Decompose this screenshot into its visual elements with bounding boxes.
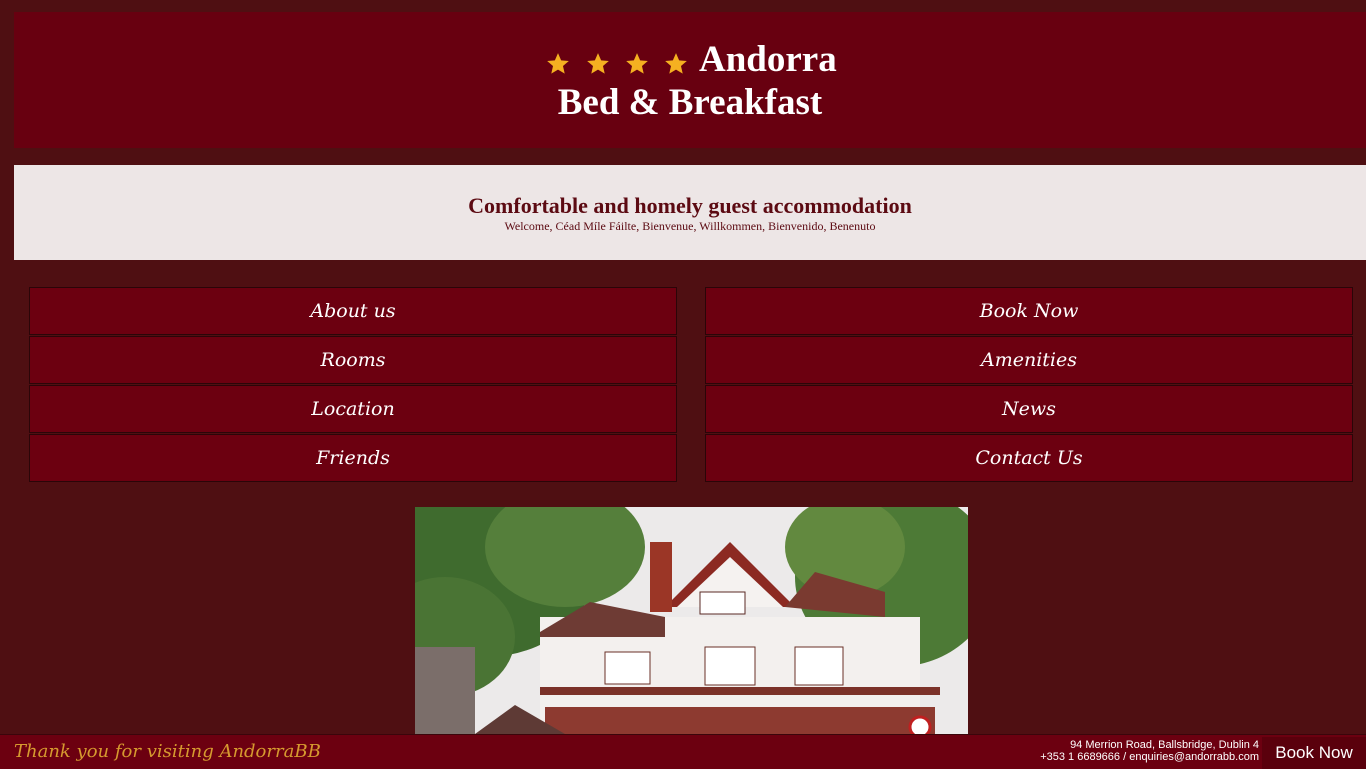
nav-amenities[interactable]: Amenities: [705, 336, 1353, 384]
nav-left: About us Rooms Location Friends: [29, 287, 677, 483]
nav-location[interactable]: Location: [29, 385, 677, 433]
site-subtitle: Bed & Breakfast: [557, 82, 823, 123]
nav-news[interactable]: News: [705, 385, 1353, 433]
nav-about-us[interactable]: About us: [29, 287, 677, 335]
nav-right: Book Now Amenities News Contact Us: [705, 287, 1353, 483]
nav-contact-us[interactable]: Contact Us: [705, 434, 1353, 482]
footer-phone-email: +353 1 6689666 / enquiries@andorrabb.com: [1040, 751, 1259, 763]
star-icon: [586, 52, 609, 74]
nav-rooms[interactable]: Rooms: [29, 336, 677, 384]
footer-contact: 94 Merrion Road, Ballsbridge, Dublin 4 +…: [1040, 739, 1259, 763]
footer-address: 94 Merrion Road, Ballsbridge, Dublin 4: [1070, 739, 1259, 751]
site-title: Andorra: [14, 40, 1366, 80]
star-rating: [543, 43, 691, 83]
footer-thanks-text: Thank you for visiting AndorraBB: [14, 741, 321, 762]
tagline-welcome: Welcome, Céad Míle Fáilte, Bienvenue, Wi…: [504, 219, 876, 233]
tagline-title: Comfortable and homely guest accommodati…: [468, 193, 912, 218]
book-now-button[interactable]: Book Now: [1262, 737, 1366, 769]
star-icon: [665, 52, 687, 74]
star-icon: [547, 52, 570, 74]
tagline-banner: Comfortable and homely guest accommodati…: [14, 165, 1366, 260]
house-photo: [415, 507, 968, 734]
site-footer: Thank you for visiting AndorraBB 94 Merr…: [0, 734, 1366, 769]
nav-friends[interactable]: Friends: [29, 434, 677, 482]
site-title-name: Andorra: [699, 39, 837, 80]
nav-book-now[interactable]: Book Now: [705, 287, 1353, 335]
star-icon: [625, 52, 648, 74]
site-header: Andorra Bed & Breakfast: [14, 12, 1366, 148]
